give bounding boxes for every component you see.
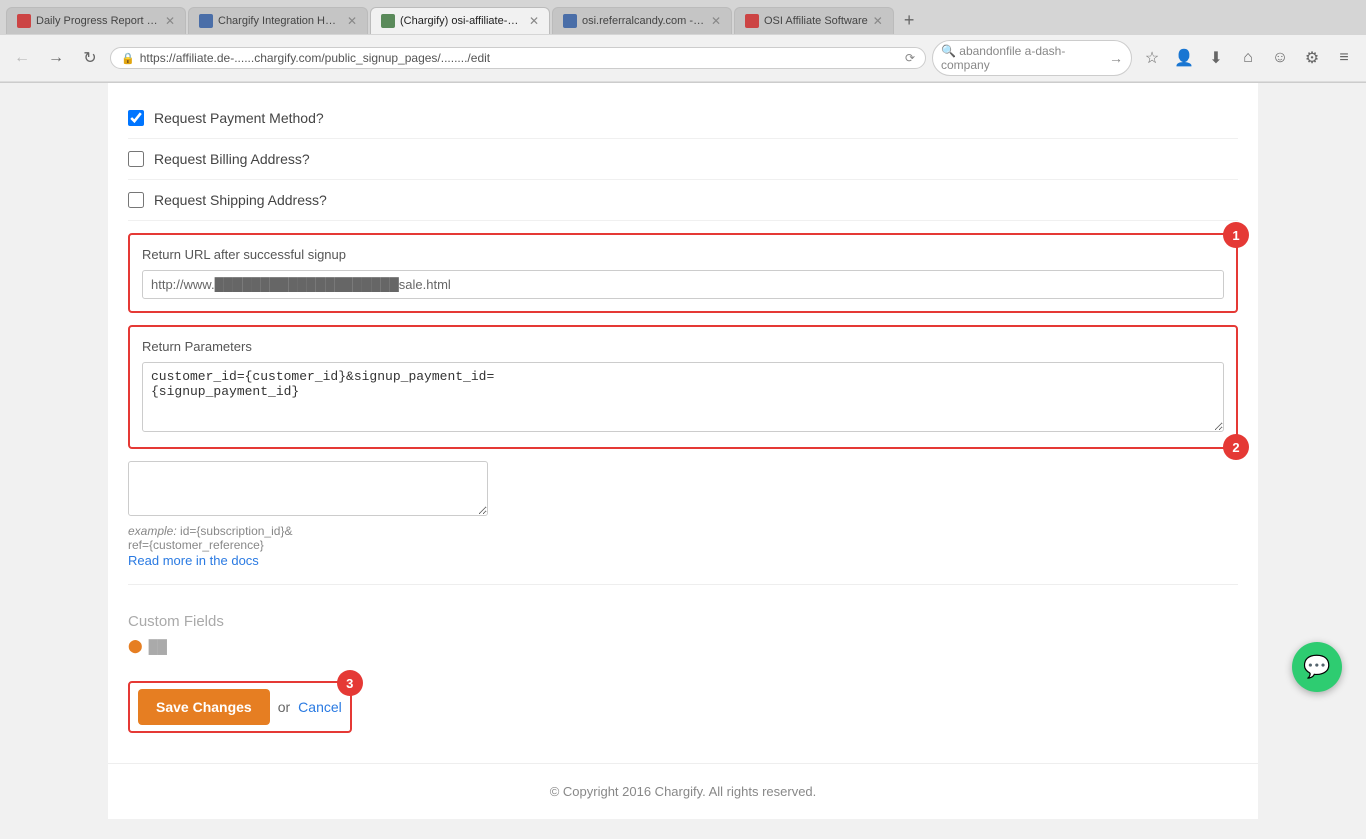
- main-section: Request Payment Method? Request Billing …: [108, 83, 1258, 763]
- tab-favicon-3: [381, 14, 395, 28]
- tab-close-2[interactable]: ✕: [347, 14, 357, 28]
- or-text: or: [278, 699, 290, 715]
- tab-close-3[interactable]: ✕: [529, 14, 539, 28]
- extensions-icon[interactable]: ⚙: [1298, 44, 1326, 72]
- chat-icon: 💬: [1303, 654, 1330, 680]
- tab-label-2: Chargify Integration Hoo...: [218, 15, 342, 27]
- request-shipping-label: Request Shipping Address?: [154, 192, 327, 208]
- tab-label-5: OSI Affiliate Software: [764, 15, 868, 27]
- tab-label-3: (Chargify) osi-affiliate-de...: [400, 15, 524, 27]
- download-icon[interactable]: ⬇: [1202, 44, 1230, 72]
- emoji-icon[interactable]: ☺: [1266, 44, 1294, 72]
- return-url-label: Return URL after successful signup: [142, 247, 1224, 262]
- back-button[interactable]: ←: [8, 44, 36, 72]
- tab-close-1[interactable]: ✕: [165, 14, 175, 28]
- request-billing-label: Request Billing Address?: [154, 151, 310, 167]
- forward-button[interactable]: →: [42, 44, 70, 72]
- tab-close-5[interactable]: ✕: [873, 14, 883, 28]
- search-arrow-icon: →: [1109, 50, 1123, 66]
- request-payment-label: Request Payment Method?: [154, 110, 324, 126]
- bookmark-icon[interactable]: ☆: [1138, 44, 1166, 72]
- address-bar[interactable]: 🔒 https://affiliate.de-......chargify.co…: [110, 47, 926, 69]
- footer: © Copyright 2016 Chargify. All rights re…: [108, 763, 1258, 819]
- custom-field-item: ⬤ ██: [128, 638, 1238, 654]
- tab-3[interactable]: (Chargify) osi-affiliate-de... ✕: [370, 7, 550, 34]
- home-icon[interactable]: ⌂: [1234, 44, 1262, 72]
- request-billing-checkbox[interactable]: [128, 151, 144, 167]
- return-params-textarea[interactable]: customer_id={customer_id}&signup_payment…: [142, 362, 1224, 432]
- request-payment-row: Request Payment Method?: [128, 98, 1238, 139]
- divider-1: [128, 584, 1238, 585]
- search-text: 🔍 abandonfile a-dash-company: [941, 44, 1109, 72]
- request-shipping-checkbox-area: Request Shipping Address?: [128, 192, 327, 208]
- request-billing-checkbox-area: Request Billing Address?: [128, 151, 310, 167]
- custom-fields-label: Custom Fields: [128, 613, 1238, 630]
- tab-1[interactable]: Daily Progress Report - s... ✕: [6, 7, 186, 34]
- read-more-link[interactable]: Read more in the docs: [128, 553, 259, 568]
- request-billing-row: Request Billing Address?: [128, 139, 1238, 180]
- extra-params-textarea[interactable]: [128, 461, 488, 516]
- annotation-badge-2: 2: [1223, 434, 1249, 460]
- address-text: https://affiliate.de-......chargify.com/…: [140, 51, 900, 65]
- menu-icon[interactable]: ≡: [1330, 44, 1358, 72]
- tab-close-4[interactable]: ✕: [711, 14, 721, 28]
- custom-fields-section: Custom Fields ⬤ ██: [128, 601, 1238, 666]
- tab-favicon-1: [17, 14, 31, 28]
- tab-5[interactable]: OSI Affiliate Software ✕: [734, 7, 894, 34]
- secure-icon: 🔒: [121, 52, 135, 65]
- annotation-badge-3: 3: [337, 670, 363, 696]
- nav-icons: ☆ 👤 ⬇ ⌂ ☺ ⚙ ≡: [1138, 44, 1358, 72]
- tab-label-4: osi.referralcandy.com - s...: [582, 15, 706, 27]
- tab-4[interactable]: osi.referralcandy.com - s... ✕: [552, 7, 732, 34]
- search-bar[interactable]: 🔍 abandonfile a-dash-company →: [932, 40, 1132, 76]
- save-area: 3 Save Changes or Cancel: [128, 666, 1238, 748]
- save-changes-button[interactable]: Save Changes: [138, 689, 270, 725]
- example-text: example: id={subscription_id}&ref={custo…: [128, 524, 1238, 552]
- cancel-link[interactable]: Cancel: [298, 699, 342, 715]
- save-area-box: 3 Save Changes or Cancel: [128, 681, 352, 733]
- refresh-button[interactable]: ↻: [76, 44, 104, 72]
- tab-2[interactable]: Chargify Integration Hoo... ✕: [188, 7, 368, 34]
- request-shipping-row: Request Shipping Address?: [128, 180, 1238, 221]
- return-url-input[interactable]: [142, 270, 1224, 299]
- page-content: Request Payment Method? Request Billing …: [108, 83, 1258, 819]
- address-refresh-icon[interactable]: ⟳: [905, 51, 915, 65]
- browser-chrome: Daily Progress Report - s... ✕ Chargify …: [0, 0, 1366, 83]
- return-url-box: 1 Return URL after successful signup: [128, 233, 1238, 313]
- tab-bar: Daily Progress Report - s... ✕ Chargify …: [0, 0, 1366, 35]
- nav-bar: ← → ↻ 🔒 https://affiliate.de-......charg…: [0, 35, 1366, 82]
- new-tab-button[interactable]: +: [896, 6, 923, 35]
- tab-favicon-4: [563, 14, 577, 28]
- account-icon[interactable]: 👤: [1170, 44, 1198, 72]
- request-payment-checkbox-area: Request Payment Method?: [128, 110, 324, 126]
- request-shipping-checkbox[interactable]: [128, 192, 144, 208]
- copyright-text: © Copyright 2016 Chargify. All rights re…: [550, 784, 817, 799]
- tab-favicon-5: [745, 14, 759, 28]
- request-payment-checkbox[interactable]: [128, 110, 144, 126]
- chat-button[interactable]: 💬: [1292, 642, 1342, 692]
- page-wrapper: Request Payment Method? Request Billing …: [0, 83, 1366, 839]
- tab-favicon-2: [199, 14, 213, 28]
- tab-label-1: Daily Progress Report - s...: [36, 15, 160, 27]
- return-params-box: 2 Return Parameters customer_id={custome…: [128, 325, 1238, 449]
- custom-field-radio-icon: ⬤: [128, 638, 143, 654]
- annotation-badge-1: 1: [1223, 222, 1249, 248]
- return-params-label: Return Parameters: [142, 339, 1224, 354]
- custom-field-name: ██: [149, 639, 167, 654]
